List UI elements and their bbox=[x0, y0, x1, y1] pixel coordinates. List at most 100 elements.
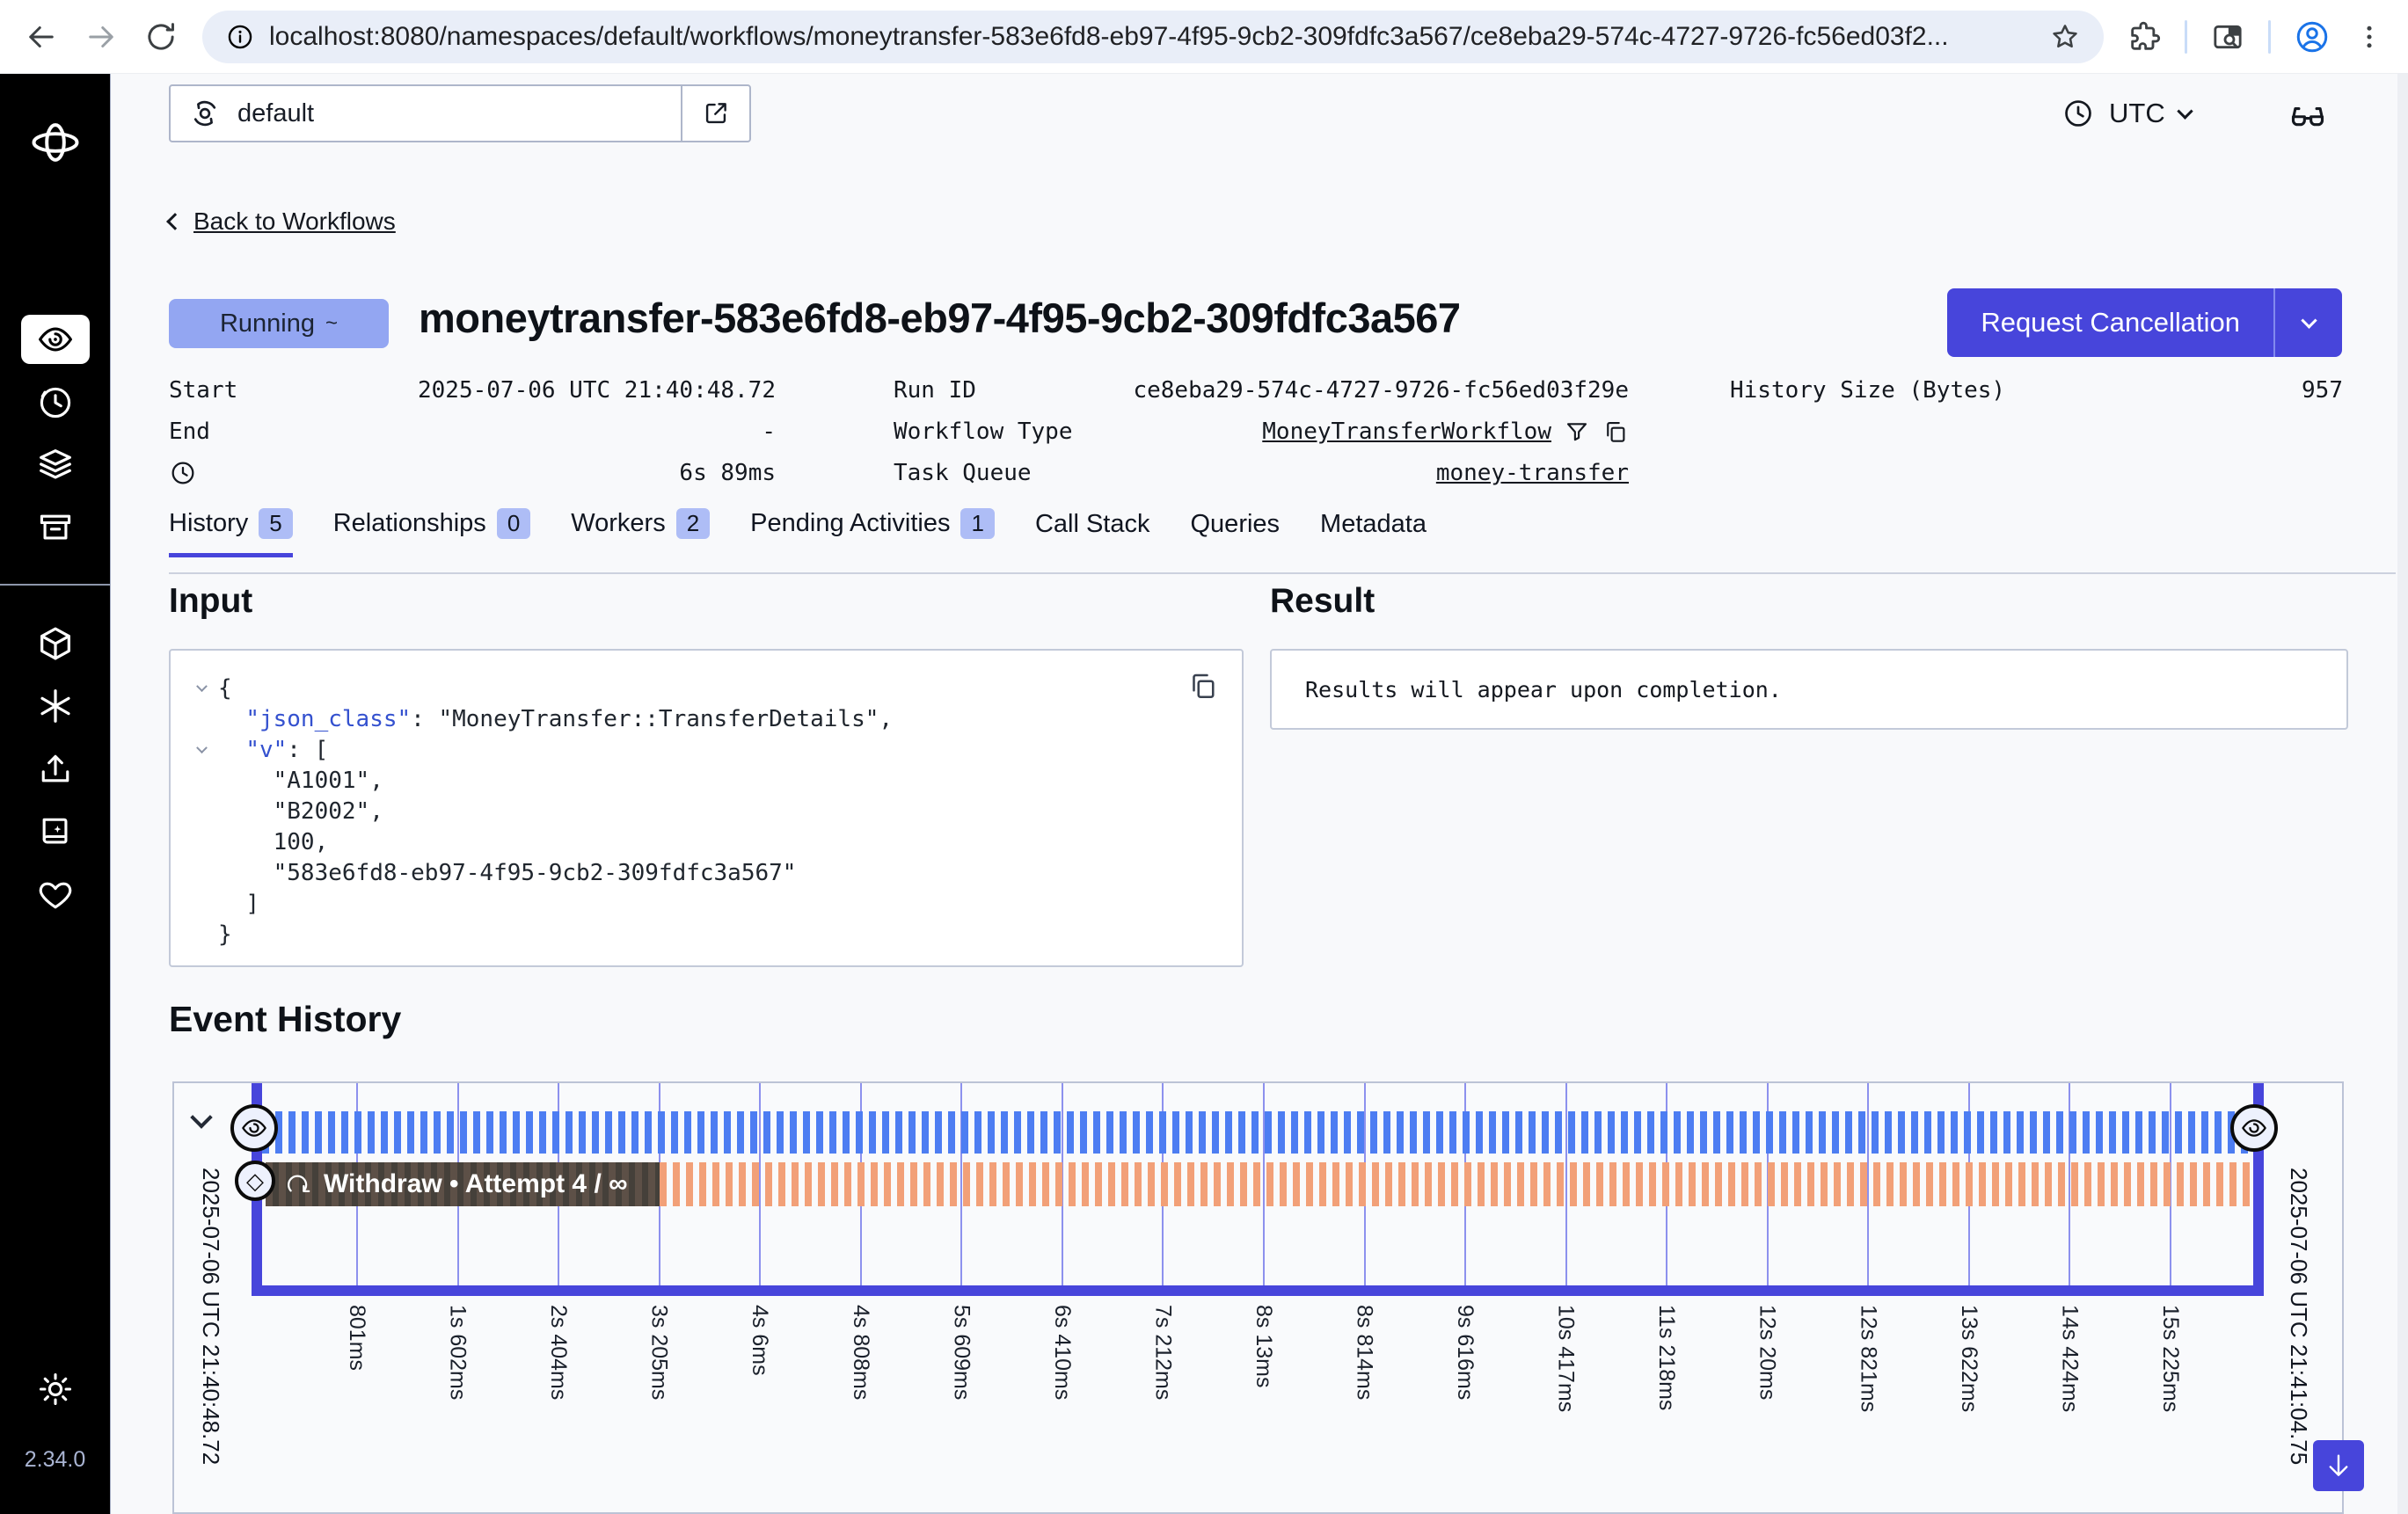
diamond-icon: ◇ bbox=[246, 1168, 264, 1195]
extensions-icon[interactable] bbox=[2127, 19, 2162, 55]
request-cancellation-button[interactable]: Request Cancellation bbox=[1947, 288, 2342, 357]
chevron-down-icon bbox=[2177, 103, 2193, 119]
start-label: Start bbox=[169, 377, 237, 404]
start-value: 2025-07-06 UTC 21:40:48.72 bbox=[418, 377, 776, 404]
meta-column-ids: Run ID ce8eba29-574c-4727-9726-fc56ed03f2… bbox=[894, 369, 1629, 493]
timeline-start-timestamp: 2025-07-06 UTC 21:40:48.72 bbox=[197, 1168, 224, 1465]
code-line: "v": [ bbox=[185, 735, 1228, 766]
activity-retry-track[interactable] bbox=[660, 1162, 2253, 1206]
code-line: "A1001", bbox=[185, 766, 1228, 797]
scroll-to-bottom-button[interactable] bbox=[2313, 1440, 2364, 1491]
browser-menu-icon[interactable] bbox=[2353, 21, 2385, 53]
import-icon[interactable] bbox=[36, 750, 75, 789]
cancellation-menu-button[interactable] bbox=[2273, 288, 2342, 357]
workflow-events-track[interactable] bbox=[262, 1111, 2253, 1154]
tab-label: Call Stack bbox=[1035, 510, 1150, 539]
input-json-panel: { "json_class": "MoneyTransfer::Transfer… bbox=[169, 649, 1244, 967]
collapse-chevron-icon[interactable] bbox=[196, 742, 208, 753]
run-id-label: Run ID bbox=[894, 377, 976, 404]
end-label: End bbox=[169, 419, 210, 445]
code-line: "json_class": "MoneyTransfer::TransferDe… bbox=[185, 704, 1228, 735]
collapse-chevron-icon[interactable] bbox=[190, 1106, 212, 1128]
meta-column-history: History Size (Bytes)957 bbox=[1730, 369, 2343, 411]
workflow-title: moneytransfer-583e6fd8-eb97-4f95-9cb2-30… bbox=[419, 294, 1461, 342]
timeline-bottom-bar bbox=[252, 1285, 2264, 1296]
tabs-divider bbox=[169, 572, 2396, 574]
end-value: - bbox=[762, 419, 776, 445]
workflow-end-badge[interactable] bbox=[2230, 1104, 2278, 1152]
schedules-icon[interactable] bbox=[36, 383, 75, 422]
temporal-logo[interactable] bbox=[31, 118, 80, 167]
task-queue-link[interactable]: money-transfer bbox=[1436, 460, 1629, 486]
tick-label: 801ms bbox=[343, 1305, 369, 1512]
tick-label: 12s 821ms bbox=[1854, 1305, 1880, 1512]
namespace-current[interactable]: default bbox=[171, 86, 681, 141]
namespace-selector[interactable]: default bbox=[169, 84, 751, 142]
layers-icon[interactable] bbox=[35, 444, 76, 484]
tab-count-badge: 0 bbox=[497, 508, 530, 539]
tick-label: 4s 6ms bbox=[746, 1305, 772, 1512]
theme-sun-icon[interactable] bbox=[36, 1370, 75, 1408]
browser-forward-icon[interactable] bbox=[83, 18, 120, 55]
profile-icon[interactable] bbox=[2294, 18, 2331, 55]
tab-workers[interactable]: Workers2 bbox=[571, 508, 710, 557]
activity-bar[interactable]: Withdraw • Attempt 4 / ∞ bbox=[266, 1162, 660, 1206]
main-content: default UTC Back to Workflows Running ~ … bbox=[111, 74, 2408, 1514]
browser-back-icon[interactable] bbox=[23, 18, 60, 55]
tick-label: 4s 808ms bbox=[847, 1305, 873, 1512]
batch-operations-icon[interactable] bbox=[35, 623, 76, 664]
collapse-chevron-icon[interactable] bbox=[196, 681, 208, 692]
scrollbar[interactable] bbox=[2397, 74, 2408, 1514]
timezone-selector[interactable]: UTC bbox=[2061, 84, 2191, 142]
copy-icon[interactable] bbox=[1187, 670, 1219, 702]
tick-label: 12s 20ms bbox=[1754, 1305, 1780, 1512]
tick-label: 7s 212ms bbox=[1149, 1305, 1175, 1512]
tick-label: 3s 205ms bbox=[646, 1305, 672, 1512]
workflow-start-badge[interactable] bbox=[230, 1104, 278, 1152]
tick-label: 5s 609ms bbox=[947, 1305, 974, 1512]
url-bar[interactable]: localhost:8080/namespaces/default/workfl… bbox=[202, 11, 2104, 63]
browser-reload-icon[interactable] bbox=[142, 18, 179, 55]
tab-history[interactable]: History5 bbox=[169, 508, 293, 557]
tab-count-badge: 1 bbox=[960, 508, 994, 539]
tab-queries[interactable]: Queries bbox=[1191, 510, 1281, 557]
labs-glasses-icon[interactable] bbox=[2288, 95, 2327, 134]
site-info-icon[interactable] bbox=[225, 22, 255, 52]
event-history-timeline[interactable]: Withdraw • Attempt 4 / ∞ ◇ 2025-07-06 UT… bbox=[172, 1081, 2344, 1514]
tab-count-badge: 2 bbox=[676, 508, 710, 539]
namespace-open-button[interactable] bbox=[681, 86, 749, 141]
result-panel: Results will appear upon completion. bbox=[1270, 649, 2348, 730]
side-panel-search-icon[interactable] bbox=[2210, 19, 2245, 55]
code-line: "583e6fd8-eb97-4f95-9cb2-309fdfc3a567" bbox=[185, 858, 1228, 889]
event-history-heading: Event History bbox=[169, 999, 401, 1040]
code-line: 100, bbox=[185, 827, 1228, 858]
filter-icon[interactable] bbox=[1564, 419, 1590, 445]
code-line: "B2002", bbox=[185, 797, 1228, 827]
arrow-down-icon bbox=[2324, 1451, 2353, 1481]
docs-icon[interactable] bbox=[36, 812, 75, 851]
tab-call-stack[interactable]: Call Stack bbox=[1035, 510, 1150, 557]
nexus-icon[interactable] bbox=[35, 686, 76, 726]
tab-label: Relationships bbox=[333, 509, 486, 538]
sidebar-item-workflows[interactable] bbox=[21, 315, 90, 364]
bookmark-star-icon[interactable] bbox=[2049, 21, 2081, 53]
namespace-name: default bbox=[237, 99, 314, 128]
archive-icon[interactable] bbox=[36, 508, 75, 547]
status-badge[interactable]: Running ~ bbox=[169, 299, 389, 348]
result-message: Results will appear upon completion. bbox=[1305, 677, 1782, 702]
tab-relationships[interactable]: Relationships 0 bbox=[333, 508, 531, 557]
back-to-workflows-link[interactable]: Back to Workflows bbox=[169, 207, 396, 236]
clock-icon bbox=[2061, 97, 2095, 130]
run-id-value: ce8eba29-574c-4727-9726-fc56ed03f29e bbox=[1133, 377, 1629, 404]
tab-metadata[interactable]: Metadata bbox=[1320, 510, 1427, 557]
copy-icon[interactable] bbox=[1602, 419, 1629, 445]
duration-clock-icon bbox=[169, 459, 197, 487]
activity-badge[interactable]: ◇ bbox=[235, 1161, 275, 1201]
toolbar-divider bbox=[2268, 20, 2271, 54]
feedback-heart-icon[interactable] bbox=[36, 876, 75, 914]
request-cancellation-label[interactable]: Request Cancellation bbox=[1947, 288, 2273, 357]
tab-pending-activities[interactable]: Pending Activities 1 bbox=[750, 508, 995, 557]
tab-label: Pending Activities bbox=[750, 509, 950, 538]
workflows-eye-icon bbox=[36, 320, 75, 359]
workflow-type-link[interactable]: MoneyTransferWorkflow bbox=[1262, 419, 1551, 445]
